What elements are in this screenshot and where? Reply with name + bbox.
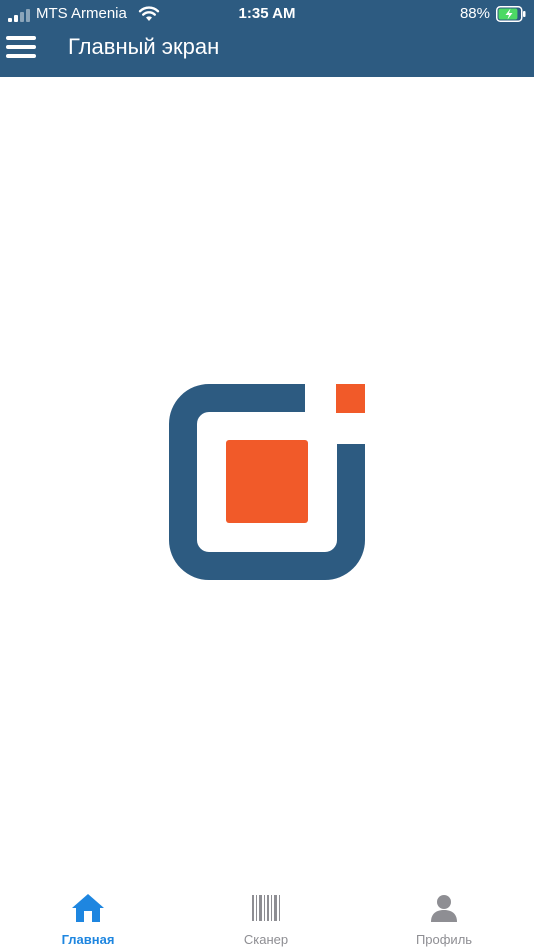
status-time: 1:35 AM: [238, 5, 296, 22]
battery-charging-icon: [496, 6, 526, 22]
tab-scanner[interactable]: Сканер: [206, 892, 326, 950]
tab-profile-label: Профиль: [415, 932, 473, 947]
battery-percent: 88%: [459, 5, 490, 22]
home-icon: [72, 894, 104, 922]
profile-icon: [431, 895, 457, 922]
menu-button[interactable]: [6, 34, 38, 60]
app-header: MTS Armenia 1:35 AM 88% Главный экран: [0, 0, 534, 77]
tab-profile[interactable]: Профиль: [384, 892, 504, 950]
page-title: Главный экран: [68, 34, 220, 59]
main-content: [0, 77, 534, 884]
status-bar: MTS Armenia 1:35 AM 88%: [0, 0, 534, 30]
tab-home-label: Главная: [61, 932, 115, 947]
hamburger-menu-icon: [6, 36, 36, 40]
tab-bar: Главная Сканер Профиль: [0, 884, 534, 950]
barcode-icon: [252, 895, 280, 921]
tab-scanner-label: Сканер: [243, 932, 289, 947]
tab-home[interactable]: Главная: [28, 892, 148, 950]
brand-logo: [169, 384, 365, 580]
